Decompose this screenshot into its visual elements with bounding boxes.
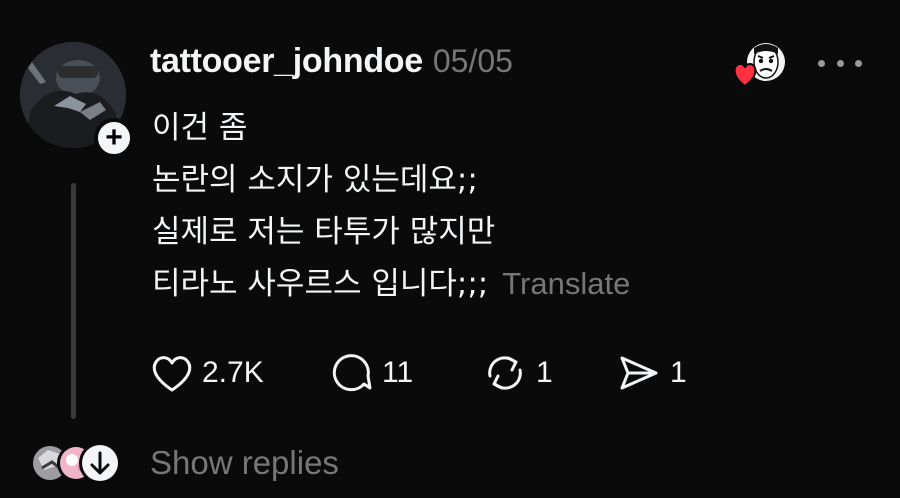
- share-count: 1: [670, 356, 687, 389]
- action-bar: 2.7K 11 1 1: [0, 350, 900, 398]
- show-replies-link[interactable]: Show replies: [150, 444, 339, 482]
- heart-icon: [152, 356, 192, 392]
- arrow-down-icon: [79, 442, 121, 484]
- replies-row: Show replies: [30, 440, 450, 486]
- thread-post: + tattooer_johndoe 05/05 이건 좀 논란의 소지가 있는…: [0, 0, 900, 498]
- more-horizontal-icon-dot: [818, 59, 825, 67]
- plus-icon: +: [105, 121, 123, 154]
- liked-by-indicator[interactable]: [732, 42, 788, 90]
- post-text-line-last: 티라노 사우르스 입니다;;; Translate: [152, 258, 630, 310]
- reply-button[interactable]: 11: [330, 352, 413, 394]
- post-text: 티라노 사우르스 입니다;;;: [152, 266, 489, 302]
- post-header: tattooer_johndoe 05/05: [150, 42, 513, 84]
- repost-button[interactable]: 1: [482, 352, 553, 394]
- post-date: 05/05: [432, 43, 513, 79]
- like-button[interactable]: 2.7K: [150, 352, 264, 394]
- repost-count: 1: [536, 356, 553, 389]
- share-button[interactable]: 1: [616, 352, 687, 394]
- follow-button[interactable]: +: [94, 118, 134, 158]
- like-count: 2.7K: [202, 356, 264, 389]
- translate-link[interactable]: Translate: [502, 266, 630, 301]
- username-link[interactable]: tattooer_johndoe: [150, 42, 423, 81]
- post-body: 이건 좀 논란의 소지가 있는데요;; 실제로 저는 타투가 많지만 티라노 사…: [152, 102, 630, 310]
- reply-count: 11: [382, 356, 414, 389]
- post-text-line: 이건 좀: [152, 110, 248, 146]
- more-horizontal-icon-dot: [836, 59, 844, 67]
- more-options-button[interactable]: [818, 56, 862, 70]
- reply-avatars[interactable]: [30, 440, 130, 486]
- send-icon: [620, 356, 658, 390]
- speech-bubble-icon: [332, 354, 372, 392]
- post-text-line: 논란의 소지가 있는데요;;: [152, 162, 478, 198]
- repost-icon: [488, 356, 522, 390]
- post-text-line: 실제로 저는 타투가 많지만: [152, 214, 496, 250]
- heart-icon: [733, 62, 757, 88]
- more-horizontal-icon-dot: [855, 59, 862, 67]
